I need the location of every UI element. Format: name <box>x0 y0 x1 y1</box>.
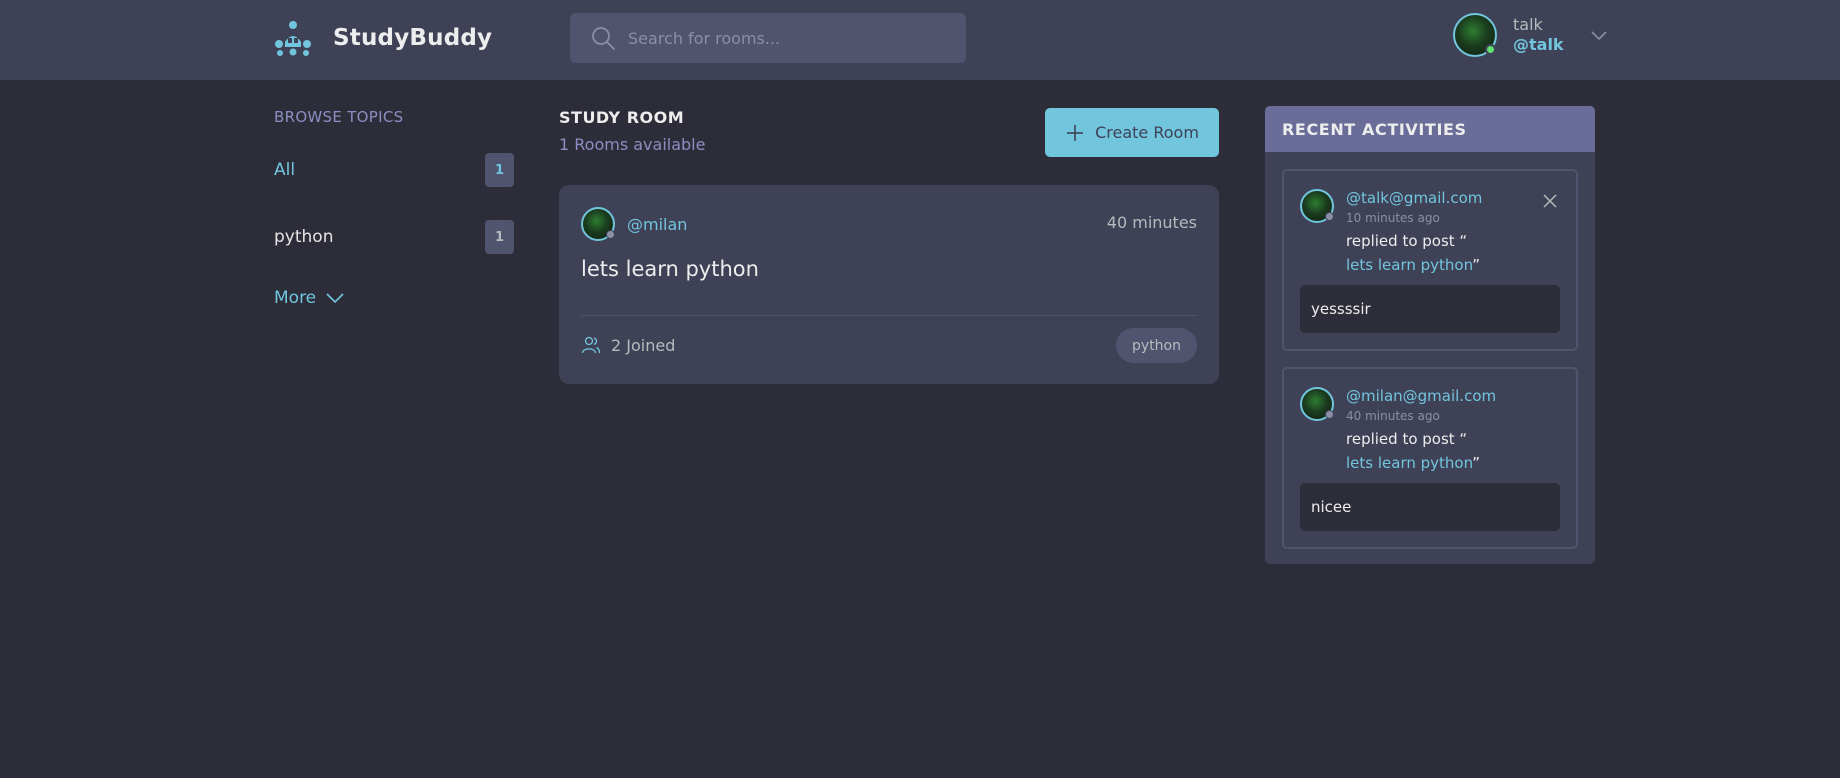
study-room-header: STUDY ROOM 1 Rooms available <box>559 108 705 154</box>
room-topic-tag[interactable]: python <box>1116 328 1197 363</box>
more-label: More <box>274 288 317 308</box>
recent-activities-title: RECENT ACTIVITIES <box>1265 106 1595 152</box>
brand-name: StudyBuddy <box>333 25 493 51</box>
room-host-link[interactable]: @milan <box>581 207 687 241</box>
activity-user-link[interactable]: @talk@gmail.com <box>1346 189 1482 207</box>
divider <box>581 315 1197 316</box>
activity-action: replied to post “ <box>1346 232 1468 250</box>
activity-user-avatar[interactable] <box>1300 387 1334 421</box>
create-room-button[interactable]: Create Room <box>1045 108 1219 157</box>
users-icon <box>581 336 601 354</box>
activity-item: @talk@gmail.com 10 minutes ago replied t… <box>1282 169 1578 351</box>
room-participants: 2 Joined <box>581 335 675 355</box>
plus-icon <box>1067 124 1084 141</box>
delete-close-icon[interactable] <box>1542 193 1558 209</box>
create-room-label: Create Room <box>1095 123 1199 142</box>
activity-action: replied to post “ <box>1346 430 1468 448</box>
rooms-count: 1 Rooms available <box>559 135 706 154</box>
user-name: talk <box>1513 15 1543 34</box>
activity-item: @milan@gmail.com 40 minutes ago replied … <box>1282 367 1578 549</box>
topic-item-all[interactable]: All 1 <box>274 153 514 187</box>
page-title: STUDY ROOM <box>559 108 685 127</box>
topic-label: python <box>274 227 334 247</box>
host-name: @milan <box>627 214 688 234</box>
quote-close: ” <box>1472 454 1481 472</box>
activity-description: replied to post “ lets learn python” <box>1346 427 1480 475</box>
search-icon <box>592 27 615 50</box>
joined-count: 2 Joined <box>611 335 676 355</box>
user-avatar[interactable] <box>1453 13 1497 57</box>
quote-close: ” <box>1472 256 1481 274</box>
activity-description: replied to post “ lets learn python” <box>1346 229 1480 277</box>
room-title-link[interactable]: lets learn python <box>581 257 759 281</box>
brand-logo-link[interactable]: StudyBuddy <box>274 20 492 56</box>
chevron-down-icon[interactable] <box>1590 26 1608 44</box>
studybuddy-logo-icon <box>275 21 311 56</box>
activity-user-link[interactable]: @milan@gmail.com <box>1346 387 1496 405</box>
offline-status-dot <box>606 230 615 239</box>
more-topics-link[interactable]: More <box>274 288 344 308</box>
activity-time: 10 minutes ago <box>1346 211 1440 225</box>
topic-item-python[interactable]: python 1 <box>274 220 514 254</box>
host-avatar <box>581 207 615 241</box>
offline-status-dot <box>1325 410 1334 419</box>
room-card: @milan 40 minutes lets learn python 2 Jo… <box>559 185 1219 384</box>
activity-user-avatar[interactable] <box>1300 189 1334 223</box>
chevron-down-icon <box>326 293 344 304</box>
search-bar <box>570 13 966 63</box>
activity-time: 40 minutes ago <box>1346 409 1440 423</box>
topic-label: All <box>274 160 296 180</box>
online-status-dot <box>1485 44 1496 55</box>
offline-status-dot <box>1325 212 1334 221</box>
browse-topics: BROWSE TOPICS All 1 python 1 More <box>274 108 514 308</box>
recent-activities-panel: RECENT ACTIVITIES @talk@gmail.com 10 min… <box>1265 106 1595 564</box>
room-time: 40 minutes <box>1106 213 1197 232</box>
browse-topics-title: BROWSE TOPICS <box>274 108 404 126</box>
activity-message: yessssir <box>1300 285 1560 333</box>
top-navbar: StudyBuddy talk @talk <box>0 0 1840 80</box>
user-menu[interactable]: talk @talk <box>1453 13 1608 57</box>
activity-post-link[interactable]: lets learn python <box>1346 454 1472 472</box>
activity-post-link[interactable]: lets learn python <box>1346 256 1472 274</box>
topic-count-badge: 1 <box>485 153 514 187</box>
activity-message: nicee <box>1300 483 1560 531</box>
search-input[interactable] <box>628 28 948 48</box>
topic-count-badge: 1 <box>485 220 514 254</box>
user-handle: @talk <box>1513 35 1564 54</box>
